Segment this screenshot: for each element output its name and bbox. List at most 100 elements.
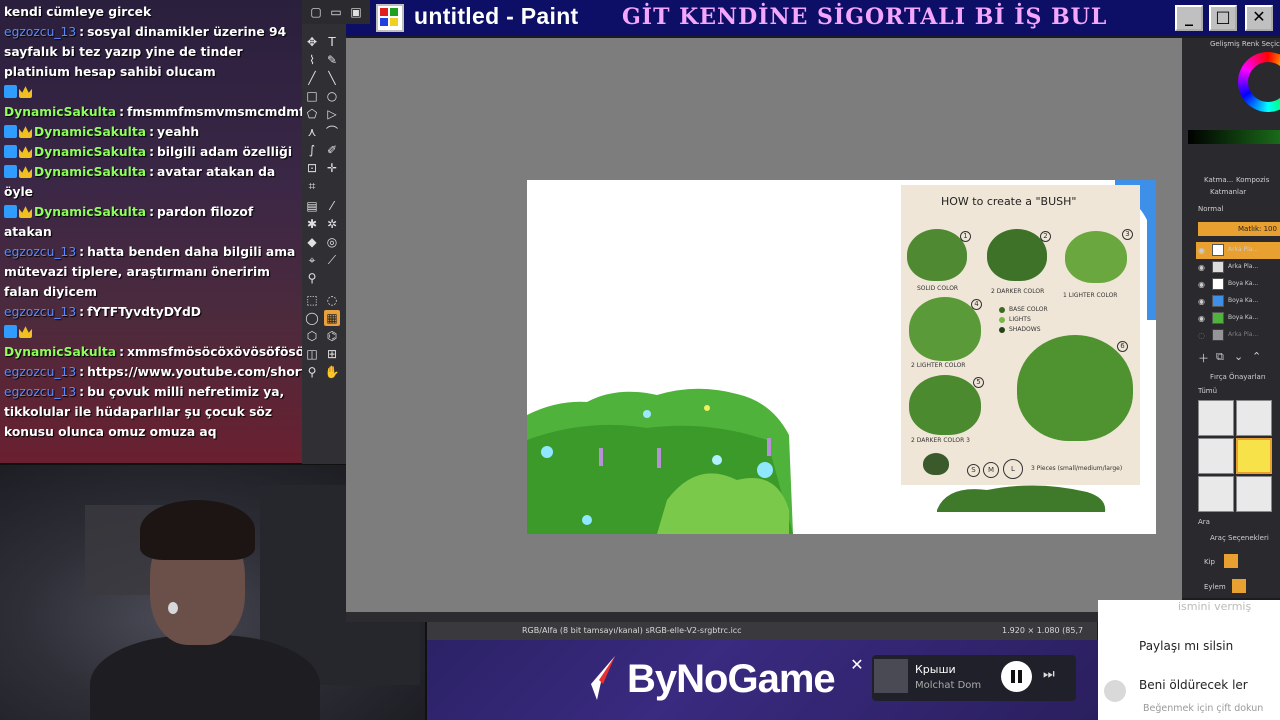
action-button[interactable]	[1232, 579, 1246, 593]
tab-kompozisyon[interactable]: Kompozis	[1236, 176, 1269, 184]
minimize-button[interactable]: _	[1175, 5, 1203, 31]
mode-button[interactable]	[1224, 554, 1238, 568]
popup-item[interactable]: Paylaşı mı silsin	[1139, 639, 1233, 653]
close-button[interactable]: ✕	[1245, 5, 1273, 31]
eyedropper-tool-icon[interactable]: ⁄	[324, 198, 340, 214]
chat-username[interactable]: DynamicSakulta	[34, 145, 146, 159]
ellipse-select-icon[interactable]: ◌	[324, 292, 340, 308]
bezier-select-icon[interactable]: ◫	[304, 346, 320, 362]
chat-username[interactable]: DynamicSakulta	[34, 205, 146, 219]
layer-row[interactable]: ◉ Boya Ka...	[1196, 276, 1280, 293]
brush-preset[interactable]	[1198, 438, 1234, 474]
brush-search[interactable]: Ara	[1198, 518, 1210, 526]
smart-patch-icon[interactable]: ✱	[304, 216, 320, 232]
legend-dot	[999, 307, 1005, 313]
chat-username[interactable]: DynamicSakulta	[4, 105, 116, 119]
chat-username[interactable]: DynamicSakulta	[34, 125, 146, 139]
assistant-tool-icon[interactable]: ✲	[324, 216, 340, 232]
horizontal-scrollbar[interactable]	[346, 612, 1182, 622]
blend-mode-select[interactable]: Normal	[1198, 205, 1223, 213]
bezier-tool-icon[interactable]: ⋏	[304, 124, 320, 140]
chat-username[interactable]: DynamicSakulta	[4, 345, 116, 359]
open-folder-icon[interactable]: ▭	[328, 4, 344, 20]
eye-icon[interactable]: ◉	[1198, 263, 1205, 272]
line-tool-icon[interactable]: ╲	[324, 70, 340, 86]
rect-select-icon[interactable]: ⬚	[304, 292, 320, 308]
eye-icon[interactable]: ◉	[1198, 280, 1205, 289]
chat-username[interactable]: DynamicSakulta	[34, 165, 146, 179]
chat-username[interactable]: egzozcu_13	[4, 245, 76, 259]
maximize-button[interactable]: □	[1209, 5, 1237, 31]
warp-tool-icon[interactable]: ⌇	[304, 52, 320, 68]
flower-purple	[599, 448, 603, 466]
layer-row[interactable]: ◉ Boya Ka...	[1196, 310, 1280, 327]
layer-row[interactable]: ◉ Boya Ka...	[1196, 293, 1280, 310]
brush-preset[interactable]	[1236, 476, 1272, 512]
chat-username[interactable]: egzozcu_13	[4, 305, 76, 319]
pause-button[interactable]	[1001, 661, 1032, 692]
zoom-tool-icon[interactable]: ⚲	[304, 364, 320, 380]
new-file-icon[interactable]: ▢	[308, 4, 324, 20]
move-layer-icon[interactable]: ✛	[324, 160, 340, 176]
webcam-streamer-body	[90, 635, 320, 720]
contiguous-select-icon[interactable]: ⬡	[304, 328, 320, 344]
reference-card: HOW to create a "BUSH" 1 2 3 4 5 6 SOLID…	[901, 185, 1140, 485]
rectangle-tool-icon[interactable]: □	[304, 88, 320, 104]
pin-tool-icon[interactable]: ⚲	[304, 270, 320, 286]
brush-filter[interactable]: Tümü	[1198, 387, 1217, 395]
path-tool-icon[interactable]: ▷	[324, 106, 340, 122]
polygon-select-icon[interactable]: ▦	[324, 310, 340, 326]
colorize-tool-icon[interactable]: ◎	[324, 234, 340, 250]
eye-icon[interactable]: ◌	[1198, 331, 1205, 340]
chat-username[interactable]: egzozcu_13	[4, 385, 76, 399]
dynamic-brush-icon[interactable]: ✐	[324, 142, 340, 158]
popup-item[interactable]: Beni öldürecek ler	[1139, 678, 1248, 692]
crop-tool-icon[interactable]: ⌗	[304, 178, 320, 194]
text-tool-icon[interactable]: T	[324, 34, 340, 50]
calligraphy-tool-icon[interactable]: ∫	[304, 142, 320, 158]
eye-icon[interactable]: ◉	[1198, 246, 1205, 255]
transform-tool-icon[interactable]: ⊡	[304, 160, 320, 176]
layer-row[interactable]: ◉ Arka Pla...	[1196, 242, 1280, 259]
chat-message: DynamicSakulta: pardon filozof atakan	[4, 202, 298, 242]
brush-preset[interactable]	[1198, 476, 1234, 512]
layer-row[interactable]: ◉ Arka Pla...	[1196, 259, 1280, 276]
chat-username[interactable]: egzozcu_13	[4, 25, 76, 39]
brush-tool-icon[interactable]: ╱	[304, 70, 320, 86]
brush-preset[interactable]	[1198, 400, 1234, 436]
similar-select-icon[interactable]: ⊞	[324, 346, 340, 362]
brush-preset[interactable]	[1236, 400, 1272, 436]
lasso-select-icon[interactable]: ◯	[304, 310, 320, 326]
tab-katman[interactable]: Katma...	[1204, 176, 1233, 184]
chat-separator: :	[149, 165, 154, 179]
ellipse-tool-icon[interactable]: ○	[324, 88, 340, 104]
chat-separator: :	[119, 105, 124, 119]
chevron-down-icon[interactable]: ⌄	[1234, 350, 1243, 363]
layer-row[interactable]: ◌ Arka Pla...	[1196, 327, 1280, 344]
step-number: 1	[960, 231, 971, 242]
duplicate-layer-icon[interactable]: ⧉	[1216, 350, 1224, 364]
gradient-tool-icon[interactable]: ▤	[304, 198, 320, 214]
chat-text: yeahh	[157, 125, 200, 139]
pen-tool-icon[interactable]: ✎	[324, 52, 340, 68]
step-caption: 2 LIGHTER COLOR	[911, 362, 966, 369]
add-layer-icon[interactable]: ＋	[1198, 350, 1209, 366]
measure-tool-icon[interactable]: ⟋	[324, 252, 340, 268]
color-slider[interactable]	[1188, 130, 1280, 144]
polygon-tool-icon[interactable]: ⬠	[304, 106, 320, 122]
pan-tool-icon[interactable]: ✋	[324, 364, 340, 380]
close-icon[interactable]: ✕	[848, 656, 866, 674]
save-icon[interactable]: ▣	[348, 4, 364, 20]
chevron-up-icon[interactable]: ⌃	[1252, 350, 1261, 363]
move-tool-icon[interactable]: ✥	[304, 34, 320, 50]
fill-tool-icon[interactable]: ◆	[304, 234, 320, 250]
eye-icon[interactable]: ◉	[1198, 297, 1205, 306]
magnetic-select-icon[interactable]: ⌬	[324, 328, 340, 344]
brush-preset-selected[interactable]	[1236, 438, 1272, 474]
chat-username[interactable]: egzozcu_13	[4, 365, 76, 379]
freehand-tool-icon[interactable]: ⌒	[324, 124, 340, 140]
reference-tool-icon[interactable]: ⌖	[304, 252, 320, 268]
next-track-icon[interactable]: ⏭	[1043, 667, 1061, 685]
chat-separator: :	[79, 365, 85, 379]
eye-icon[interactable]: ◉	[1198, 314, 1205, 323]
